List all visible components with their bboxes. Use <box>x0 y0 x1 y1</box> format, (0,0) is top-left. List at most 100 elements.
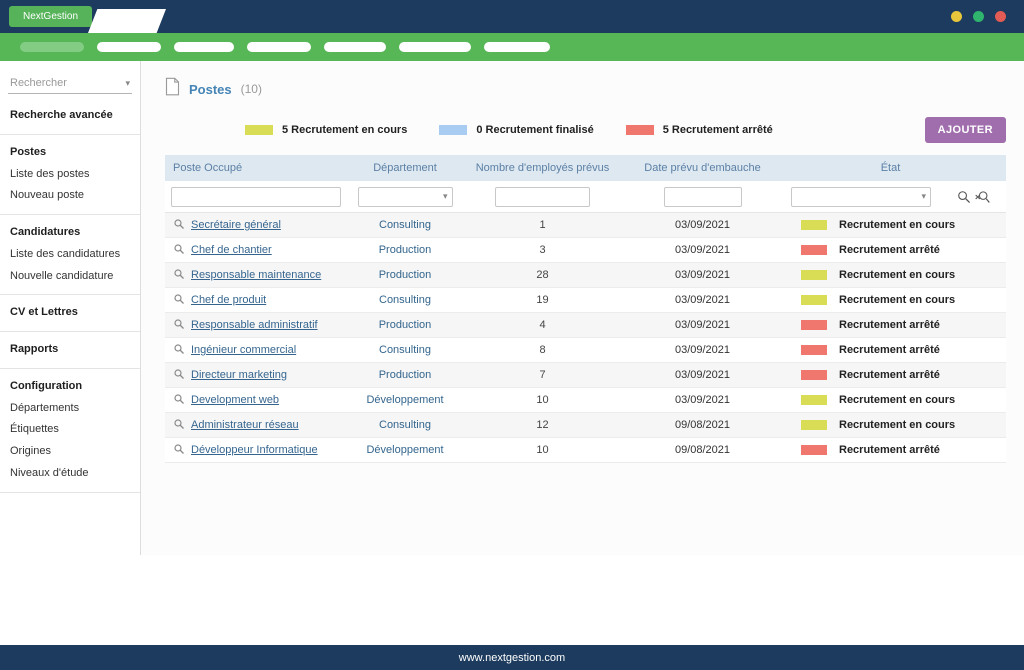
sidebar-item-niveaux-d-etude[interactable]: Niveaux d'étude <box>0 463 140 485</box>
magnifier-icon[interactable] <box>173 268 185 283</box>
table-row[interactable]: Développeur Informatique Développement 1… <box>165 438 1006 463</box>
column-header-nombre: Nombre d'employés prévus <box>455 162 630 174</box>
departement-cell: Production <box>355 319 455 331</box>
sidebar-item-origines[interactable]: Origines <box>0 441 140 463</box>
sidebar-item-cv-et-lettres[interactable]: CV et Lettres <box>0 302 140 324</box>
magnifier-icon[interactable] <box>173 218 185 233</box>
chevron-down-icon: ▾ <box>125 78 130 89</box>
filter-row: ▾ ▾ <box>165 181 1006 213</box>
menu-item-pill[interactable] <box>20 42 84 52</box>
sidebar-item-departements[interactable]: Départements <box>0 398 140 420</box>
reset-search-button[interactable] <box>973 188 992 206</box>
status-swatch <box>801 245 827 255</box>
sidebar-item-postes[interactable]: Postes <box>0 142 140 164</box>
poste-link[interactable]: Directeur marketing <box>191 369 287 381</box>
poste-link[interactable]: Chef de produit <box>191 294 266 306</box>
table-row[interactable]: Ingénieur commercial Consulting 8 03/09/… <box>165 338 1006 363</box>
page-title: Postes <box>189 82 232 97</box>
table-row[interactable]: Chef de chantier Production 3 03/09/2021… <box>165 238 1006 263</box>
table-row[interactable]: Development web Développement 10 03/09/2… <box>165 388 1006 413</box>
menu-item-pill[interactable] <box>484 42 550 52</box>
table-row[interactable]: Responsable maintenance Production 28 03… <box>165 263 1006 288</box>
search-placeholder: Rechercher <box>10 77 67 89</box>
departement-cell: Consulting <box>355 294 455 306</box>
magnifier-icon[interactable] <box>173 318 185 333</box>
menu-item-pill[interactable] <box>174 42 234 52</box>
magnifier-icon[interactable] <box>173 368 185 383</box>
menu-item-pill[interactable] <box>97 42 161 52</box>
close-dot-icon[interactable] <box>995 11 1006 22</box>
poste-link[interactable]: Développeur Informatique <box>191 444 318 456</box>
sidebar-group: CV et Lettres <box>0 295 140 332</box>
status-label: Recrutement arrêté <box>839 344 940 356</box>
maximize-dot-icon[interactable] <box>973 11 984 22</box>
date-cell: 03/09/2021 <box>630 269 775 281</box>
sidebar-item-etiquettes[interactable]: Étiquettes <box>0 419 140 441</box>
poste-link[interactable]: Chef de chantier <box>191 244 272 256</box>
topbar: NextGestion <box>0 0 1024 33</box>
poste-link[interactable]: Secrétaire général <box>191 219 281 231</box>
departement-cell: Production <box>355 369 455 381</box>
sidebar-search-combobox[interactable]: Rechercher ▾ <box>8 73 132 94</box>
departement-cell: Production <box>355 244 455 256</box>
nombre-filter-input[interactable] <box>495 187 590 207</box>
sidebar-item-recherche-avancee[interactable]: Recherche avancée <box>0 105 140 127</box>
status-swatch <box>801 295 827 305</box>
departement-filter-select[interactable]: ▾ <box>358 187 453 207</box>
legend-label: 5 Recrutement arrêté <box>663 124 773 136</box>
column-header-departement: Département <box>355 162 455 174</box>
ajouter-button[interactable]: AJOUTER <box>925 117 1006 143</box>
legend-item-en-cours: 5 Recrutement en cours <box>245 124 407 136</box>
poste-link[interactable]: Ingénieur commercial <box>191 344 296 356</box>
date-filter-input[interactable] <box>664 187 742 207</box>
magnifier-icon[interactable] <box>173 243 185 258</box>
sidebar-item-configuration[interactable]: Configuration <box>0 376 140 398</box>
status-swatch <box>801 220 827 230</box>
sidebar-item-liste-des-postes[interactable]: Liste des postes <box>0 164 140 186</box>
status-label: Recrutement en cours <box>839 419 955 431</box>
sidebar-item-candidatures[interactable]: Candidatures <box>0 222 140 244</box>
sidebar-item-liste-des-candidatures[interactable]: Liste des candidatures <box>0 244 140 266</box>
menu-item-pill[interactable] <box>324 42 386 52</box>
status-label: Recrutement arrêté <box>839 369 940 381</box>
main-panel: Postes (10) 5 Recrutement en cours 0 Rec… <box>141 61 1024 555</box>
etat-filter-select[interactable]: ▾ <box>791 187 931 207</box>
magnifier-icon[interactable] <box>173 418 185 433</box>
legend-item-finalise: 0 Recrutement finalisé <box>439 124 593 136</box>
departement-cell: Consulting <box>355 219 455 231</box>
table-row[interactable]: Secrétaire général Consulting 1 03/09/20… <box>165 213 1006 238</box>
column-header-poste: Poste Occupé <box>165 162 355 174</box>
poste-link[interactable]: Administrateur réseau <box>191 419 299 431</box>
column-header-date: Date prévu d'embauche <box>630 162 775 174</box>
table-row[interactable]: Administrateur réseau Consulting 12 09/0… <box>165 413 1006 438</box>
menu-item-pill[interactable] <box>399 42 471 52</box>
sidebar-group: Rapports <box>0 332 140 369</box>
sidebar-item-nouveau-poste[interactable]: Nouveau poste <box>0 185 140 207</box>
employees-cell: 4 <box>455 319 630 331</box>
table-row[interactable]: Responsable administratif Production 4 0… <box>165 313 1006 338</box>
poste-link[interactable]: Responsable administratif <box>191 319 318 331</box>
sidebar-item-nouvelle-candidature[interactable]: Nouvelle candidature <box>0 266 140 288</box>
menu-item-pill[interactable] <box>247 42 311 52</box>
poste-filter-input[interactable] <box>171 187 341 207</box>
magnifier-icon[interactable] <box>173 443 185 458</box>
sidebar-group: CandidaturesListe des candidaturesNouvel… <box>0 215 140 295</box>
page-count: (10) <box>241 82 262 96</box>
magnifier-icon[interactable] <box>173 393 185 408</box>
magnifier-icon[interactable] <box>173 343 185 358</box>
table-row[interactable]: Directeur marketing Production 7 03/09/2… <box>165 363 1006 388</box>
sidebar-group: ConfigurationDépartementsÉtiquettesOrigi… <box>0 369 140 493</box>
legend-label: 5 Recrutement en cours <box>282 124 407 136</box>
magnifier-icon[interactable] <box>173 293 185 308</box>
legend-item-arrete: 5 Recrutement arrêté <box>626 124 773 136</box>
sidebar: Rechercher ▾ Recherche avancéePostesList… <box>0 61 141 555</box>
minimize-dot-icon[interactable] <box>951 11 962 22</box>
status-label: Recrutement en cours <box>839 394 955 406</box>
search-button[interactable] <box>955 188 973 206</box>
sidebar-item-rapports[interactable]: Rapports <box>0 339 140 361</box>
poste-link[interactable]: Responsable maintenance <box>191 269 321 281</box>
employees-cell: 1 <box>455 219 630 231</box>
table-row[interactable]: Chef de produit Consulting 19 03/09/2021… <box>165 288 1006 313</box>
poste-link[interactable]: Development web <box>191 394 279 406</box>
tab-shape <box>88 9 166 33</box>
